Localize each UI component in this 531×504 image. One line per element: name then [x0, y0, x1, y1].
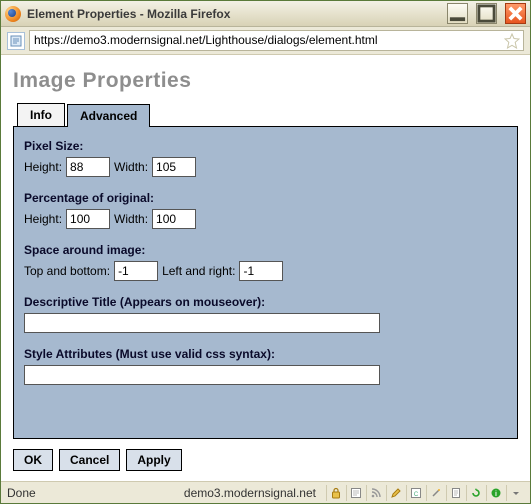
desc-title-input[interactable] [24, 313, 380, 333]
apply-button[interactable]: Apply [126, 449, 181, 471]
refresh-icon[interactable] [466, 485, 484, 501]
pixel-height-label: Height: [24, 160, 62, 174]
pencil-icon[interactable] [386, 485, 404, 501]
css-icon[interactable]: C [406, 485, 424, 501]
url-text: https://demo3.modernsignal.net/Lighthous… [34, 33, 378, 47]
url-input[interactable]: https://demo3.modernsignal.net/Lighthous… [29, 30, 524, 51]
pixel-size-label: Pixel Size: [24, 139, 507, 153]
page-title: Image Properties [13, 69, 518, 93]
location-bar-row: https://demo3.modernsignal.net/Lighthous… [1, 27, 530, 55]
tab-info[interactable]: Info [17, 103, 65, 126]
tab-advanced[interactable]: Advanced [67, 104, 150, 127]
tabstrip: Info Advanced [13, 103, 518, 126]
close-button[interactable] [505, 3, 526, 24]
pixel-width-label: Width: [114, 160, 148, 174]
percent-width-input[interactable] [152, 209, 196, 229]
percent-width-label: Width: [114, 212, 148, 226]
space-tb-label: Top and bottom: [24, 264, 110, 278]
wand-icon[interactable] [426, 485, 444, 501]
space-label: Space around image: [24, 243, 507, 257]
percent-label: Percentage of original: [24, 191, 507, 205]
status-left: Done [7, 486, 36, 500]
cancel-button[interactable]: Cancel [59, 449, 120, 471]
statusbar: Done demo3.modernsignal.net C i [1, 481, 530, 503]
space-lr-label: Left and right: [162, 264, 235, 278]
firefox-icon [5, 6, 21, 22]
percent-height-label: Height: [24, 212, 62, 226]
minimize-button[interactable] [447, 3, 468, 24]
percent-height-input[interactable] [66, 209, 110, 229]
svg-text:i: i [495, 491, 497, 498]
bookmark-star-icon[interactable] [504, 33, 520, 49]
space-lr-input[interactable] [239, 261, 283, 281]
style-attr-input[interactable] [24, 365, 380, 385]
lock-icon[interactable] [326, 485, 344, 501]
dialog-button-row: OK Cancel Apply [13, 449, 518, 471]
window-title: Element Properties - Mozilla Firefox [27, 7, 230, 21]
doc-icon[interactable] [446, 485, 464, 501]
status-tray: C i [326, 485, 524, 501]
window-titlebar: Element Properties - Mozilla Firefox [1, 1, 530, 27]
dropdown-icon[interactable] [506, 485, 524, 501]
status-domain: demo3.modernsignal.net [184, 486, 316, 500]
feed-icon[interactable] [366, 485, 384, 501]
style-attr-label: Style Attributes (Must use valid css syn… [24, 347, 507, 361]
info-icon[interactable]: i [486, 485, 504, 501]
page-info-icon[interactable] [346, 485, 364, 501]
page-identity-icon[interactable] [7, 32, 25, 50]
svg-text:C: C [413, 492, 418, 498]
space-tb-input[interactable] [114, 261, 158, 281]
tab-panel-advanced: Pixel Size: Height: Width: Percentage of… [13, 126, 518, 439]
maximize-button[interactable] [476, 3, 497, 24]
pixel-width-input[interactable] [152, 157, 196, 177]
pixel-height-input[interactable] [66, 157, 110, 177]
ok-button[interactable]: OK [13, 449, 53, 471]
desc-title-label: Descriptive Title (Appears on mouseover)… [24, 295, 507, 309]
page-content: Image Properties Info Advanced Pixel Siz… [1, 55, 530, 481]
